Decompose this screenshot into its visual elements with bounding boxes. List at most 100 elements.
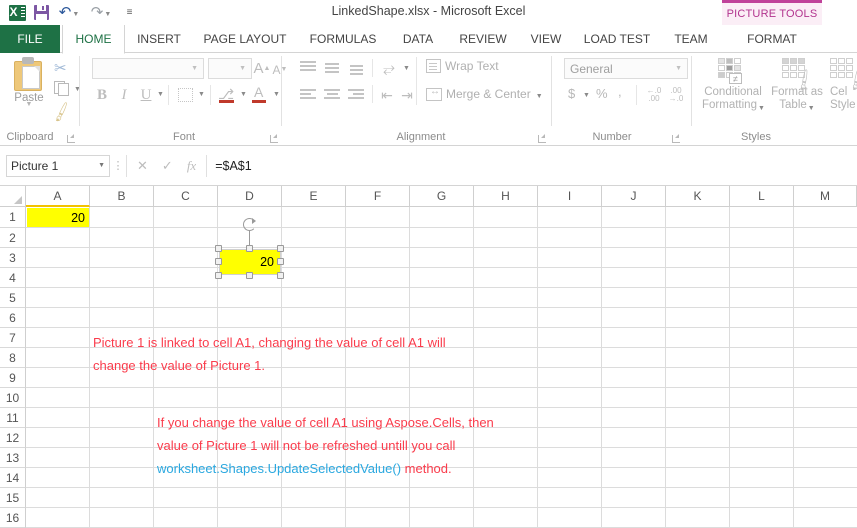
decrease-indent-icon[interactable]: ⇤ bbox=[378, 87, 396, 103]
decrease-decimal-icon[interactable]: .00 →.0 bbox=[666, 87, 686, 103]
row-header-13[interactable]: 13 bbox=[0, 448, 26, 468]
paste-button[interactable]: Paste ▼ bbox=[6, 57, 52, 108]
shape-handle-e[interactable] bbox=[277, 258, 284, 265]
align-right-icon[interactable] bbox=[348, 89, 364, 101]
tab-data[interactable]: DATA bbox=[390, 25, 446, 53]
row-header-8[interactable]: 8 bbox=[0, 348, 26, 368]
row-header-12[interactable]: 12 bbox=[0, 428, 26, 448]
cell-a1[interactable]: 20 bbox=[27, 208, 89, 227]
select-all-corner[interactable] bbox=[0, 186, 26, 207]
row-header-15[interactable]: 15 bbox=[0, 488, 26, 508]
paste-caret-icon[interactable]: ▼ bbox=[6, 101, 52, 108]
enter-formula-icon[interactable]: ✓ bbox=[162, 158, 173, 174]
worksheet-grid[interactable]: A B C D E F G H I J K L M 1 2 3 4 5 6 7 … bbox=[0, 186, 857, 528]
column-header-c[interactable]: C bbox=[154, 186, 218, 207]
shape-handle-s[interactable] bbox=[246, 272, 253, 279]
insert-function-icon[interactable]: fx bbox=[187, 158, 196, 174]
align-middle-icon[interactable] bbox=[324, 63, 340, 75]
column-header-d[interactable]: D bbox=[218, 186, 282, 207]
shrink-font-icon[interactable]: A ▼ bbox=[272, 59, 288, 80]
merge-center-button[interactable]: Merge & Center ▼ bbox=[426, 86, 543, 101]
formula-input[interactable]: =$A$1 bbox=[206, 154, 857, 177]
wrap-text-button[interactable]: Wrap Text bbox=[426, 59, 499, 73]
row-header-3[interactable]: 3 bbox=[0, 248, 26, 268]
row-header-6[interactable]: 6 bbox=[0, 308, 26, 328]
font-color-icon[interactable]: A bbox=[252, 84, 268, 103]
column-header-g[interactable]: G bbox=[410, 186, 474, 207]
row-header-4[interactable]: 4 bbox=[0, 268, 26, 288]
column-header-k[interactable]: K bbox=[666, 186, 730, 207]
align-top-icon[interactable] bbox=[300, 61, 316, 73]
name-box-caret-icon[interactable]: ▼ bbox=[98, 162, 105, 169]
bold-button[interactable]: B bbox=[94, 85, 110, 105]
italic-button[interactable]: I bbox=[116, 85, 132, 105]
orientation-caret-icon[interactable]: ▼ bbox=[403, 65, 410, 72]
font-size-input[interactable]: ▼ bbox=[208, 58, 252, 79]
fill-color-icon[interactable]: ⎇ bbox=[218, 86, 236, 103]
increase-indent-icon[interactable]: ⇥ bbox=[398, 87, 416, 103]
name-box[interactable]: Picture 1 ▼ bbox=[6, 154, 110, 177]
clipboard-dialog-launcher[interactable] bbox=[67, 133, 77, 143]
row-header-7[interactable]: 7 bbox=[0, 328, 26, 348]
conditional-formatting-button[interactable]: ≠ Conditional Formatting▼ bbox=[702, 58, 765, 113]
column-header-a[interactable]: A bbox=[26, 186, 90, 207]
tab-insert[interactable]: INSERT bbox=[128, 25, 190, 53]
shape-handle-nw[interactable] bbox=[215, 245, 222, 252]
font-dialog-launcher[interactable] bbox=[270, 133, 280, 143]
tab-load-test[interactable]: LOAD TEST bbox=[574, 25, 660, 53]
column-header-l[interactable]: L bbox=[730, 186, 794, 207]
tab-formulas[interactable]: FORMULAS bbox=[300, 25, 386, 53]
font-color-caret-icon[interactable]: ▼ bbox=[273, 91, 280, 98]
tab-file[interactable]: FILE bbox=[0, 25, 60, 53]
underline-caret-icon[interactable]: ▼ bbox=[157, 91, 164, 98]
tab-team[interactable]: TEAM bbox=[662, 25, 720, 53]
row-header-10[interactable]: 10 bbox=[0, 388, 26, 408]
column-header-f[interactable]: F bbox=[346, 186, 410, 207]
shape-handle-n[interactable] bbox=[246, 245, 253, 252]
tab-view[interactable]: VIEW bbox=[520, 25, 572, 53]
tab-home[interactable]: HOME bbox=[62, 25, 125, 54]
column-header-i[interactable]: I bbox=[538, 186, 602, 207]
tab-review[interactable]: REVIEW bbox=[448, 25, 518, 53]
shape-handle-ne[interactable] bbox=[277, 245, 284, 252]
align-center-icon[interactable] bbox=[324, 89, 340, 101]
conditional-formatting-caret-icon[interactable]: ▼ bbox=[758, 105, 765, 112]
column-header-h[interactable]: H bbox=[474, 186, 538, 207]
grow-font-icon[interactable]: A ▲ bbox=[254, 58, 271, 79]
row-header-1[interactable]: 1 bbox=[0, 207, 26, 228]
column-header-m[interactable]: M bbox=[794, 186, 857, 207]
orientation-icon[interactable]: ⥂ bbox=[380, 59, 398, 77]
comma-icon[interactable]: , bbox=[618, 84, 622, 99]
cut-icon[interactable]: ✂ bbox=[54, 59, 67, 77]
align-left-icon[interactable] bbox=[300, 89, 316, 101]
borders-icon[interactable] bbox=[176, 86, 194, 104]
shape-handle-se[interactable] bbox=[277, 272, 284, 279]
percent-icon[interactable]: % bbox=[596, 86, 608, 101]
font-name-input[interactable]: ▼ bbox=[92, 58, 204, 79]
format-painter-icon[interactable]: 🖌 bbox=[49, 100, 74, 123]
shape-rotation-handle[interactable] bbox=[243, 218, 256, 231]
shape-handle-sw[interactable] bbox=[215, 272, 222, 279]
row-header-9[interactable]: 9 bbox=[0, 368, 26, 388]
row-header-2[interactable]: 2 bbox=[0, 228, 26, 248]
number-format-select[interactable]: General ▼ bbox=[564, 58, 688, 79]
currency-icon[interactable]: $ bbox=[568, 86, 575, 101]
copy-icon[interactable] bbox=[54, 81, 70, 96]
row-header-14[interactable]: 14 bbox=[0, 468, 26, 488]
format-as-table-button[interactable]: 🖌 Format as Table▼ bbox=[766, 58, 828, 113]
column-header-b[interactable]: B bbox=[90, 186, 154, 207]
align-bottom-icon[interactable] bbox=[348, 65, 364, 77]
column-header-e[interactable]: E bbox=[282, 186, 346, 207]
underline-button[interactable]: U bbox=[138, 85, 154, 105]
row-header-11[interactable]: 11 bbox=[0, 408, 26, 428]
merge-center-caret-icon[interactable]: ▼ bbox=[536, 93, 543, 100]
tab-page-layout[interactable]: PAGE LAYOUT bbox=[192, 25, 298, 53]
fill-color-caret-icon[interactable]: ▼ bbox=[240, 91, 247, 98]
shape-handle-w[interactable] bbox=[215, 258, 222, 265]
increase-decimal-icon[interactable]: ←.0.00 bbox=[644, 87, 664, 103]
format-as-table-caret-icon[interactable]: ▼ bbox=[808, 105, 815, 112]
column-header-j[interactable]: J bbox=[602, 186, 666, 207]
cell-styles-button[interactable]: 🖌 Cel Style bbox=[830, 58, 857, 112]
cancel-formula-icon[interactable]: ✕ bbox=[137, 158, 148, 174]
borders-caret-icon[interactable]: ▼ bbox=[198, 91, 205, 98]
